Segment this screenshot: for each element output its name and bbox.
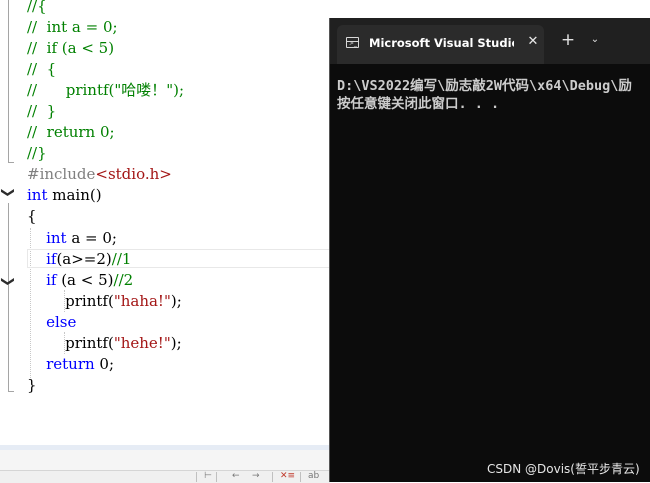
code-editor[interactable]: ❯ ❯ //{ // int a = 0; // if (a < 5) // {…: [0, 0, 330, 445]
code-line[interactable]: // {: [27, 59, 56, 80]
watermark: CSDN @Dovis(誓平步青云): [487, 462, 640, 476]
fold-outline-end: [8, 391, 14, 392]
code-line[interactable]: if (a < 5)//2: [27, 270, 133, 291]
console-output-line: 按任意键关闭此窗口. . .: [337, 96, 500, 112]
code-line[interactable]: //{: [27, 0, 47, 17]
console-output-line: D:\VS2022编写\励志敲2W代码\x64\Debug\励: [337, 78, 632, 94]
code-line[interactable]: {: [27, 206, 37, 227]
code-line[interactable]: return 0;: [27, 354, 114, 375]
goto-icon[interactable]: ⊢: [204, 470, 212, 482]
toolbar-separator: [196, 472, 197, 482]
clear-all-icon[interactable]: ✕≡: [280, 470, 295, 482]
code-line[interactable]: }: [27, 375, 37, 396]
code-line[interactable]: else: [27, 312, 76, 333]
ide-panel-band: [0, 450, 330, 470]
code-line[interactable]: if(a>=2)//1: [27, 249, 131, 270]
back-arrow-icon[interactable]: ←: [232, 470, 240, 482]
forward-arrow-icon[interactable]: →: [252, 470, 260, 482]
code-line[interactable]: // int a = 0;: [27, 17, 118, 38]
code-line[interactable]: // printf("哈喽！");: [27, 80, 184, 101]
code-line[interactable]: printf("hehe!");: [27, 333, 181, 354]
code-line[interactable]: printf("haha!");: [27, 291, 182, 312]
fold-outline: [8, 0, 9, 163]
tab-title: Microsoft Visual Studio 调试控制台: [369, 36, 514, 50]
code-line[interactable]: // return 0;: [27, 122, 115, 143]
new-tab-button[interactable]: +: [558, 30, 578, 50]
fold-toggle-icon[interactable]: ❯: [0, 187, 15, 198]
console-window[interactable]: >_ Microsoft Visual Studio 调试控制台 ✕ + ⌄ D…: [330, 18, 650, 482]
code-line-include[interactable]: #include<stdio.h>: [27, 164, 172, 185]
chevron-down-icon[interactable]: ⌄: [587, 32, 603, 48]
close-tab-icon[interactable]: ✕: [525, 33, 541, 51]
ide-bottom-strip: ⊢ ← → ✕≡ ab: [0, 445, 330, 483]
toolbar-separator: [216, 472, 217, 482]
console-titlebar[interactable]: >_ Microsoft Visual Studio 调试控制台 ✕ + ⌄: [330, 18, 650, 64]
code-line-main[interactable]: int main(): [27, 185, 102, 206]
fold-outline: [8, 203, 9, 391]
console-tab[interactable]: >_ Microsoft Visual Studio 调试控制台 ✕: [337, 25, 544, 64]
word-wrap-icon[interactable]: ab: [308, 470, 319, 482]
code-line[interactable]: //}: [27, 143, 47, 164]
code-line[interactable]: // }: [27, 101, 56, 122]
terminal-icon: >_: [346, 37, 359, 48]
fold-toggle-icon[interactable]: ❯: [0, 276, 15, 287]
code-line[interactable]: int a = 0;: [27, 228, 117, 249]
fold-outline-end: [8, 162, 14, 163]
toolbar-separator: [272, 472, 273, 482]
code-line[interactable]: // if (a < 5): [27, 38, 114, 59]
toolbar-separator: [300, 472, 301, 482]
